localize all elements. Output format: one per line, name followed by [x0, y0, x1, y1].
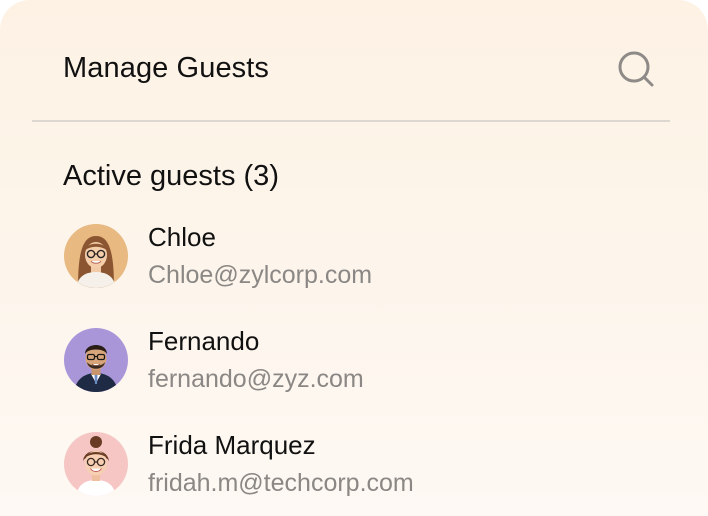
guest-email: Chloe@zylcorp.com	[148, 261, 373, 289]
avatar-image	[64, 328, 128, 392]
panel-header: Manage Guests	[32, 0, 670, 122]
guest-email: fridah.m@techcorp.com	[148, 469, 414, 497]
search-icon	[618, 51, 654, 87]
guest-list: Chloe Chloe@zylcorp.com Fernando fernand…	[63, 220, 663, 516]
guest-item-fernando[interactable]: Fernando fernando@zyz.com	[63, 324, 663, 428]
guest-item-frida-marquez[interactable]: Frida Marquez fridah.m@techcorp.com	[63, 428, 663, 516]
avatar	[64, 224, 128, 288]
active-guests-heading: Active guests (3)	[63, 160, 279, 192]
guest-name: Fernando	[148, 326, 260, 356]
avatar	[64, 432, 128, 496]
manage-guests-panel: Manage Guests Active guests (3) Chloe Ch…	[0, 0, 708, 516]
guest-name: Frida Marquez	[148, 430, 316, 460]
avatar-image	[64, 224, 128, 288]
page-title: Manage Guests	[63, 52, 270, 84]
search-button[interactable]	[614, 47, 660, 93]
guest-name: Chloe	[148, 222, 216, 252]
avatar-image	[64, 432, 128, 496]
avatar	[64, 328, 128, 392]
guest-item-chloe[interactable]: Chloe Chloe@zylcorp.com	[63, 220, 663, 324]
guest-email: fernando@zyz.com	[148, 365, 364, 393]
